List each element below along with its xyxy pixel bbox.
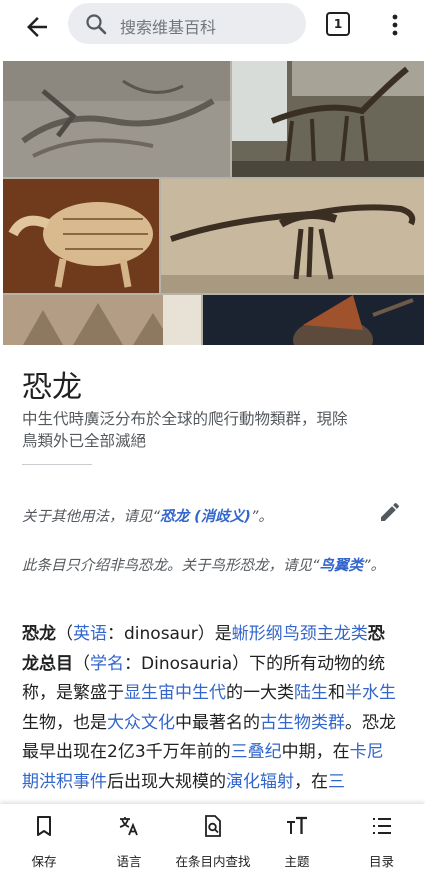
paragraph-text: （ (73, 653, 90, 674)
contents-label: 目录 (368, 854, 394, 869)
contents-list-icon (372, 818, 391, 834)
paragraph-text: 中最著名的 (175, 712, 260, 733)
article-link[interactable]: 显生宙中生代 (124, 683, 226, 703)
paragraph-text: 的一大类 (226, 683, 294, 703)
lead-image[interactable] (3, 61, 424, 345)
hatnote-text: ”。 (363, 558, 386, 574)
paragraph-text: ，在 (294, 771, 328, 792)
save-label: 保存 (31, 854, 57, 869)
article-link[interactable]: 半水生 (345, 683, 396, 703)
hadrosaur-skeleton-photo (161, 179, 424, 293)
paragraph-text: 和 (328, 683, 345, 703)
museum-skeleton-photo (232, 61, 424, 177)
article-link[interactable]: 大众文化 (107, 713, 175, 733)
find-in-page-label: 在条目内查找 (175, 854, 251, 869)
title-divider (22, 464, 92, 465)
top-toolbar: 搜索维基百科 1 (0, 0, 425, 55)
paragraph-text: ：dinosaur）是 (107, 624, 232, 644)
article-link[interactable]: 陆生 (294, 683, 328, 703)
language-label: 语言 (116, 854, 142, 869)
tabs-count-button[interactable]: 1 (326, 12, 350, 36)
paragraph-text: 中期，在 (281, 742, 350, 762)
article-description: 中生代時廣泛分布於全球的爬行動物類群，現除鳥類外已全部滅絕 (22, 410, 348, 450)
fossil-slab-photo (3, 61, 230, 177)
bold-term: 恐龙 (22, 624, 56, 644)
hatnote-disambiguation: 关于其他用法，请见“恐龙 (消歧义)”。 (22, 505, 392, 529)
hatnote-text: ”。 (250, 509, 273, 525)
find-in-page-icon (205, 815, 221, 837)
hatnote-text: 此条目只介绍非鸟恐龙。关于鸟形恐龙，请见“ (22, 558, 320, 574)
theme-button[interactable]: 主题 (254, 804, 340, 875)
search-placeholder: 搜索维基百科 (120, 18, 217, 37)
search-icon (86, 14, 107, 35)
translate-icon (119, 817, 138, 836)
article-link[interactable]: 三叠纪 (231, 742, 282, 762)
edit-pencil-icon[interactable] (378, 500, 402, 524)
armored-skeleton-photo (3, 179, 159, 293)
hatnote-link[interactable]: 鸟翼类 (320, 558, 364, 574)
triceratops-photo (203, 295, 424, 345)
hatnote-text: 关于其他用法，请见“ (22, 509, 161, 525)
article-link[interactable]: 蜥形纲鸟颈主龙类 (232, 624, 368, 644)
overflow-menu-icon[interactable] (385, 10, 405, 40)
lead-paragraph: 恐龙（英语：dinosaur）是蜥形纲鸟颈主龙类恐龙总目（学名：Dinosaur… (22, 620, 400, 797)
text-format-icon (287, 816, 307, 834)
save-button[interactable]: 保存 (0, 804, 88, 875)
article-link[interactable]: 学名 (90, 654, 124, 674)
find-in-page-button[interactable]: 在条目内查找 (166, 804, 260, 875)
paragraph-text: 后出现大规模的 (107, 771, 226, 792)
search-bar[interactable]: 搜索维基百科 (68, 3, 306, 44)
hatnote-non-avian: 此条目只介绍非鸟恐龙。关于鸟形恐龙，请见“鸟翼类”。 (22, 554, 392, 578)
bottom-action-bar: 保存 语言 在条目内查找 主题 目录 (0, 804, 425, 875)
article-link[interactable]: 三 (328, 772, 345, 792)
article-link[interactable]: 古生物类群 (260, 713, 345, 733)
stegosaur-plates-photo (3, 295, 201, 345)
bookmark-icon (37, 816, 51, 836)
paragraph-text: （ (56, 624, 73, 644)
paragraph-text: 生物，也是 (22, 712, 107, 733)
hatnote-link[interactable]: 恐龙 (消歧义) (160, 509, 251, 525)
article-title: 恐龙 (22, 370, 82, 405)
contents-button[interactable]: 目录 (338, 804, 425, 875)
theme-label: 主题 (284, 854, 310, 869)
article-link[interactable]: 演化辐射 (226, 772, 294, 792)
article-link[interactable]: 英语 (73, 624, 107, 644)
language-button[interactable]: 语言 (86, 804, 172, 875)
back-arrow-icon[interactable] (22, 12, 52, 42)
